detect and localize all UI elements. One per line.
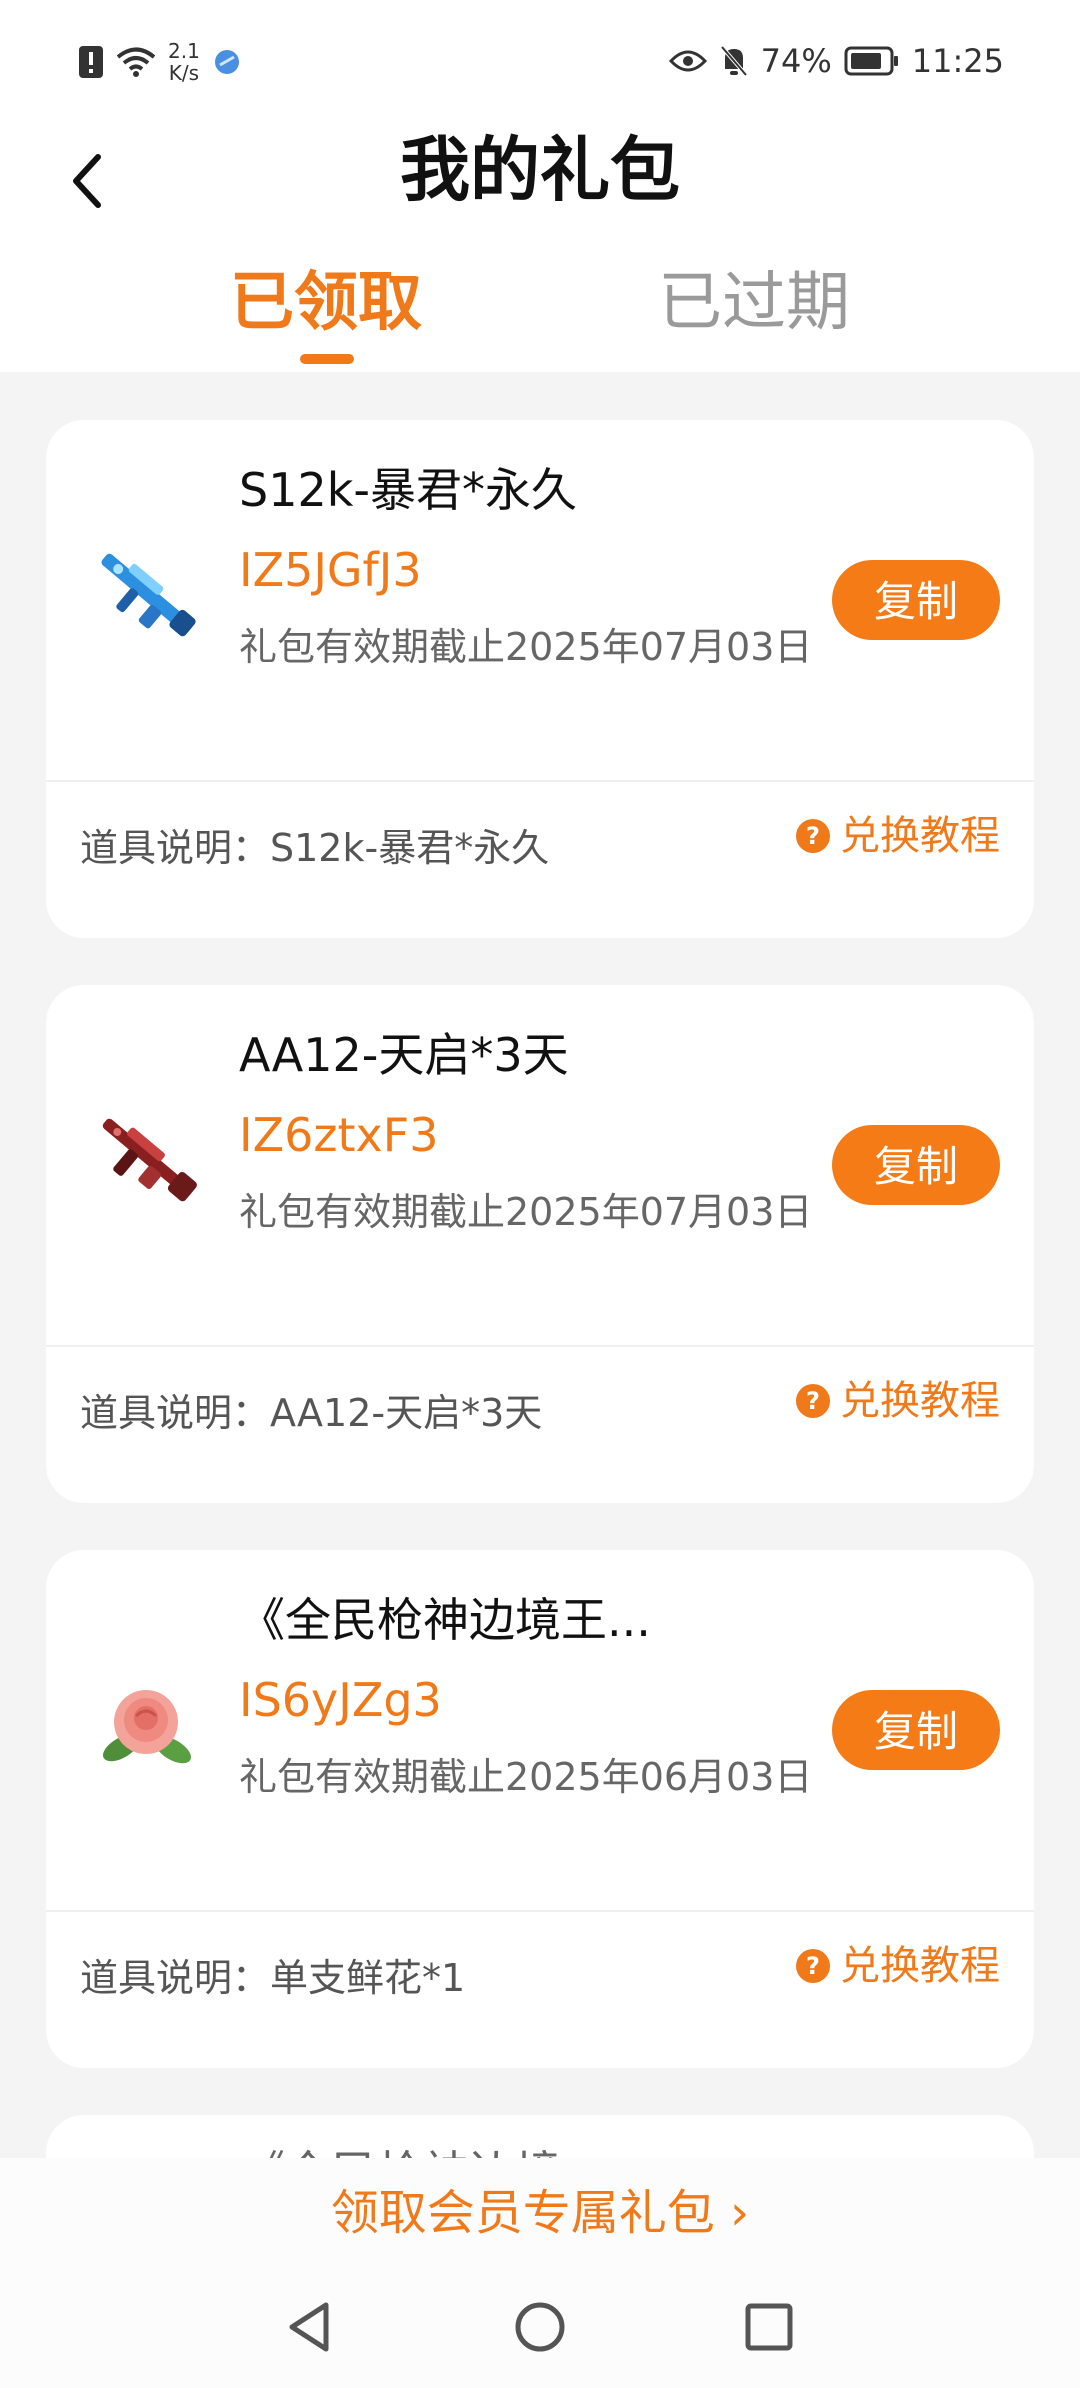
gift-card-main: 《全民枪神边境王... IS6yJZg3 礼包有效期截止2025年06月03日 … [46,1550,1034,1910]
nav-recents-button[interactable] [734,2292,804,2362]
gift-image [76,520,216,670]
speed-unit: K/s [168,61,200,85]
status-bar: 2.1 K/s 74% 11:25 [0,0,1080,120]
copy-button[interactable]: 复制 [832,1125,1000,1205]
question-icon: ? [796,819,830,853]
wifi-icon [116,47,156,77]
tab-active-indicator [300,354,354,364]
battery-icon [844,46,898,76]
gift-code: IZ6ztxF3 [239,1108,439,1162]
gift-name: AA12-天启*3天 [239,1028,569,1082]
circle-home-icon [515,2302,565,2352]
nav-back-button[interactable] [274,2292,344,2362]
speed-value: 2.1 [168,39,200,63]
gift-expiry: 礼包有效期截止2025年07月03日 [239,1190,813,1234]
nav-home-button[interactable] [505,2292,575,2362]
app-notification-icon [214,50,239,74]
question-icon: ? [796,1384,830,1418]
divider [46,1345,1034,1347]
item-description: 道具说明：S12k-暴君*永久 [80,826,550,870]
gift-name: 《全民枪神边境王... [239,1593,651,1647]
rose-icon [102,1690,192,1764]
gift-code: IZ5JGfJ3 [239,543,422,597]
tutorial-label: 兑换教程 [840,1378,1000,1424]
eye-icon [668,50,707,72]
tab-bar: 已领取 已过期 [0,258,1080,364]
gift-code: IS6yJZg3 [239,1673,442,1727]
copy-button[interactable]: 复制 [832,1690,1000,1770]
copy-button[interactable]: 复制 [832,560,1000,640]
question-icon: ? [796,1949,830,1983]
gift-expiry: 礼包有效期截止2025年07月03日 [239,625,813,669]
gift-card: 《全民枪神边境王... IS6yJZg3 礼包有效期截止2025年06月03日 … [46,1550,1034,2068]
redeem-tutorial-link[interactable]: ? 兑换教程 [796,808,1000,864]
tutorial-label: 兑换教程 [840,813,1000,859]
triangle-back-icon [289,2302,329,2352]
system-nav-bar [0,2268,1080,2388]
gift-card: AA12-天启*3天 IZ6ztxF3 礼包有效期截止2025年07月03日 复… [46,985,1034,1503]
item-description: 道具说明：单支鲜花*1 [80,1956,466,2000]
member-gift-link[interactable]: 领取会员专属礼包 › [0,2158,1080,2268]
status-right: 74% 11:25 [668,42,1004,80]
gift-card-main: AA12-天启*3天 IZ6ztxF3 礼包有效期截止2025年07月03日 复… [46,985,1034,1345]
gift-image [76,1650,216,1800]
gift-name: S12k-暴君*永久 [239,463,577,517]
divider [46,780,1034,782]
page-header: 我的礼包 已领取 已过期 [0,120,1080,372]
redeem-tutorial-link[interactable]: ? 兑换教程 [796,1373,1000,1429]
alert-sim-icon [79,46,103,78]
gift-expiry: 礼包有效期截止2025年06月03日 [239,1755,813,1799]
gift-card: S12k-暴君*永久 IZ5JGfJ3 礼包有效期截止2025年07月03日 复… [46,420,1034,938]
page-title: 我的礼包 [400,129,680,211]
divider [46,1910,1034,1912]
tutorial-label: 兑换教程 [840,1943,1000,1989]
tab-expired[interactable]: 已过期 [658,258,850,348]
rifle-red-icon [102,1118,197,1202]
redeem-tutorial-link[interactable]: ? 兑换教程 [796,1938,1000,1994]
tab-received[interactable]: 已领取 [230,258,422,348]
battery-percent: 74% [760,42,832,80]
gift-card-main: S12k-暴君*永久 IZ5JGfJ3 礼包有效期截止2025年07月03日 复… [46,420,1034,780]
gift-image [76,1085,216,1235]
network-speed: 2.1 K/s [168,40,200,84]
bell-mute-icon [720,45,748,77]
gift-list: S12k-暴君*永久 IZ5JGfJ3 礼包有效期截止2025年07月03日 复… [46,420,1034,2235]
clock: 11:25 [911,42,1004,80]
square-recents-icon [745,2303,793,2351]
rifle-blue-icon [101,553,196,637]
status-left: 2.1 K/s [78,40,242,84]
item-description: 道具说明：AA12-天启*3天 [80,1391,543,1435]
